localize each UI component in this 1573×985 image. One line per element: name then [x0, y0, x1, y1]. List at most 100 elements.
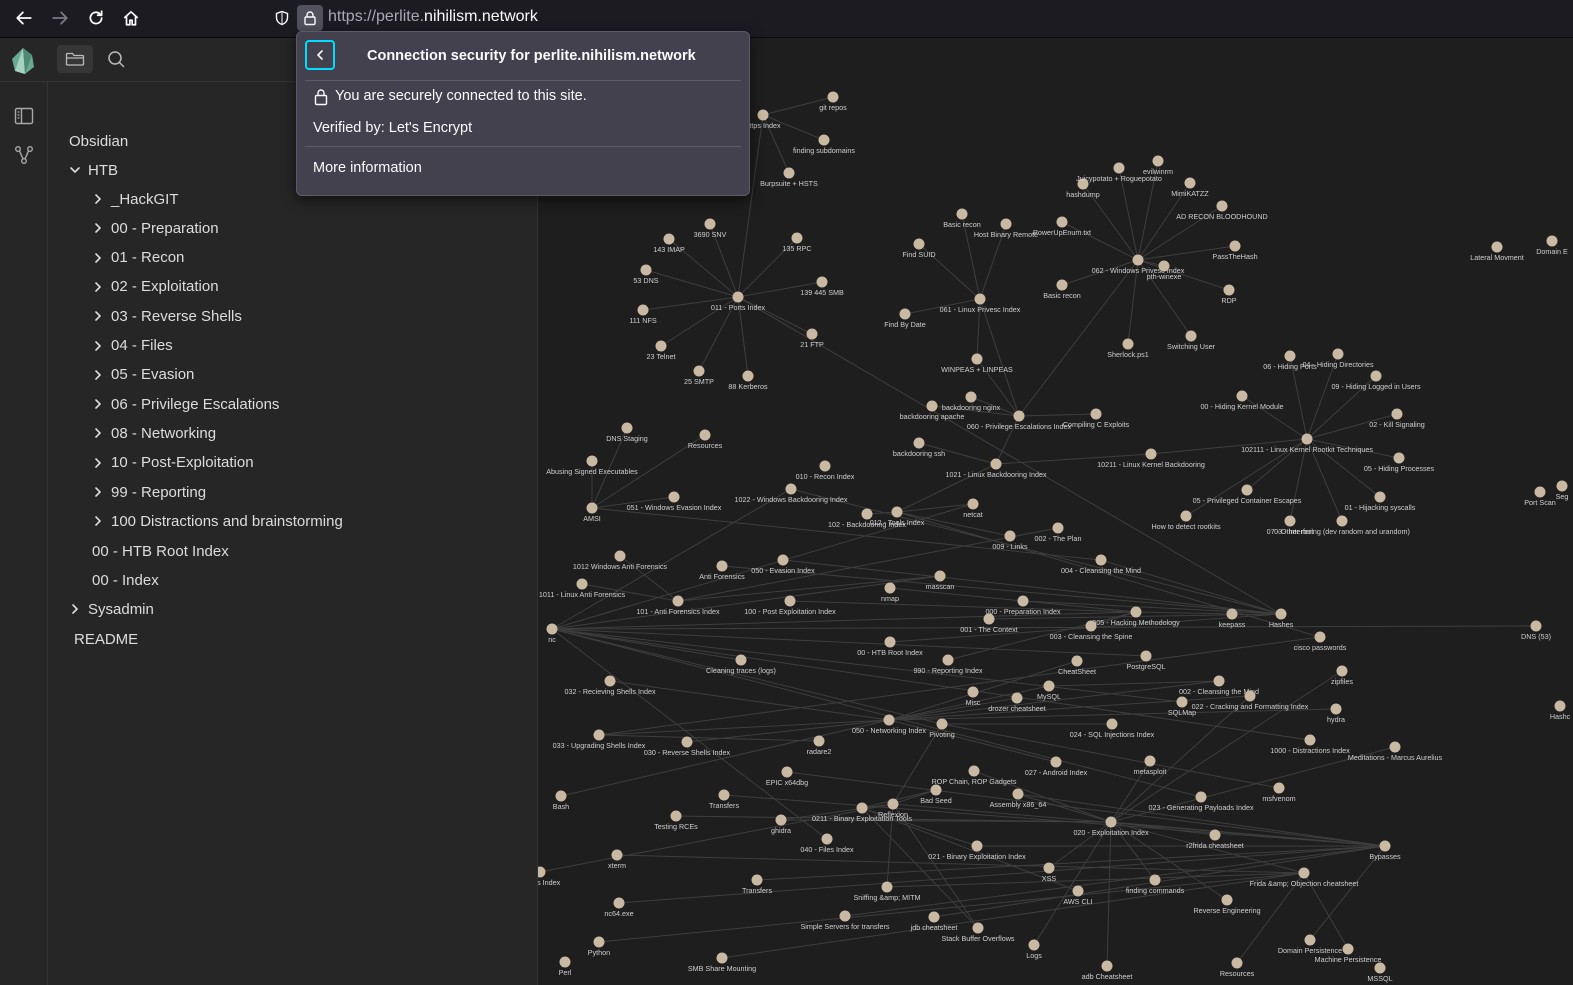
graph-node[interactable]: [791, 232, 803, 244]
graph-node[interactable]: [887, 798, 899, 810]
graph-node[interactable]: [1554, 700, 1566, 712]
graph-node[interactable]: [1216, 200, 1228, 212]
more-information-button[interactable]: More information: [313, 160, 422, 176]
graph-node[interactable]: [1370, 370, 1382, 382]
graph-node[interactable]: [1284, 350, 1296, 362]
graph-node[interactable]: [942, 654, 954, 666]
graph-node[interactable]: [1546, 235, 1558, 247]
graph-node[interactable]: [1229, 240, 1241, 252]
graph-node[interactable]: [604, 675, 616, 687]
graph-node[interactable]: [965, 391, 977, 403]
graph-node[interactable]: [751, 874, 763, 886]
graph-node[interactable]: [555, 790, 567, 802]
graph-node[interactable]: [576, 578, 588, 590]
folder-item[interactable]: 01 - Recon: [91, 247, 184, 269]
graph-node[interactable]: [926, 400, 938, 412]
graph-node[interactable]: [716, 952, 728, 964]
graph-node[interactable]: [732, 291, 744, 303]
graph-node[interactable]: [1101, 960, 1113, 972]
graph-node[interactable]: [718, 789, 730, 801]
graph-node[interactable]: [1122, 338, 1134, 350]
graph-node[interactable]: [1391, 408, 1403, 420]
graph-node[interactable]: [735, 654, 747, 666]
graph-node[interactable]: [785, 483, 797, 495]
folder-item[interactable]: 02 - Exploitation: [91, 276, 219, 298]
folder-sysadmin[interactable]: Sysadmin: [68, 598, 154, 620]
folder-item[interactable]: 05 - Evasion: [91, 364, 194, 386]
graph-node[interactable]: [781, 766, 793, 778]
graph-node[interactable]: [1004, 530, 1016, 542]
graph-node[interactable]: [1140, 650, 1152, 662]
graph-node[interactable]: [613, 897, 625, 909]
graph-node[interactable]: [716, 560, 728, 572]
graph-node[interactable]: [1534, 486, 1546, 498]
graph-node[interactable]: [816, 276, 828, 288]
graph-node[interactable]: [928, 911, 940, 923]
graph-node[interactable]: [1028, 939, 1040, 951]
graph-node[interactable]: [1184, 177, 1196, 189]
graph-node[interactable]: [1085, 620, 1097, 632]
graph-node[interactable]: [883, 714, 895, 726]
graph-node[interactable]: [1017, 595, 1029, 607]
graph-node[interactable]: [983, 613, 995, 625]
graph-node[interactable]: [668, 491, 680, 503]
graph-node[interactable]: [1056, 279, 1068, 291]
graph-node[interactable]: [1223, 284, 1235, 296]
graph-node[interactable]: [1149, 874, 1161, 886]
graph-node[interactable]: [1176, 696, 1188, 708]
graph-node[interactable]: [593, 936, 605, 948]
graph-node[interactable]: [1113, 162, 1125, 174]
forward-arrow-icon[interactable]: [48, 6, 72, 30]
graph-node[interactable]: [1273, 782, 1285, 794]
reload-icon[interactable]: [84, 6, 108, 30]
graph-node[interactable]: [884, 636, 896, 648]
graph-node[interactable]: [1374, 491, 1386, 503]
graph-node[interactable]: [1379, 840, 1391, 852]
graph-node[interactable]: [891, 506, 903, 518]
graph-node[interactable]: [1105, 816, 1117, 828]
graph-node[interactable]: [1342, 943, 1354, 955]
file-htb-root-index[interactable]: 00 - HTB Root Index: [92, 540, 229, 562]
graph-node[interactable]: [827, 91, 839, 103]
graph-node[interactable]: [757, 109, 769, 121]
graph-node[interactable]: [1011, 692, 1023, 704]
graph-node[interactable]: [670, 810, 682, 822]
graph-node[interactable]: [913, 238, 925, 250]
graph-node[interactable]: [1095, 554, 1107, 566]
graph-node[interactable]: [1152, 155, 1164, 167]
graph-node[interactable]: [614, 550, 626, 562]
vault-root[interactable]: Obsidian: [69, 130, 128, 152]
file-explorer-tab-folder-icon[interactable]: [57, 45, 93, 73]
graph-node[interactable]: [1106, 718, 1118, 730]
graph-node[interactable]: [806, 328, 818, 340]
graph-node[interactable]: [586, 455, 598, 467]
graph-node[interactable]: [672, 595, 684, 607]
folder-item[interactable]: 10 - Post-Exploitation: [91, 452, 254, 474]
graph-node[interactable]: [956, 208, 968, 220]
graph-node[interactable]: [990, 458, 1002, 470]
tracking-protection-shield-icon[interactable]: [272, 8, 292, 28]
folder-item[interactable]: 06 - Privilege Escalations: [91, 393, 279, 415]
graph-node[interactable]: [839, 910, 851, 922]
graph-node[interactable]: [546, 623, 558, 635]
graph-node[interactable]: [899, 308, 911, 320]
graph-node[interactable]: [559, 956, 571, 968]
graph-node[interactable]: [1301, 433, 1313, 445]
graph-node[interactable]: [640, 264, 652, 276]
graph-node[interactable]: [971, 840, 983, 852]
graph-node[interactable]: [1241, 484, 1253, 496]
graph-node[interactable]: [1144, 755, 1156, 767]
graph-node[interactable]: [968, 765, 980, 777]
graph-node[interactable]: [1298, 867, 1310, 879]
graph-node[interactable]: [611, 849, 623, 861]
folder-item[interactable]: 04 - Files: [91, 335, 173, 357]
folder-item[interactable]: _HackGIT: [91, 188, 179, 210]
graph-node[interactable]: [1393, 452, 1405, 464]
graph-node[interactable]: [1013, 410, 1025, 422]
graph-node[interactable]: [742, 370, 754, 382]
graph-node[interactable]: [1330, 703, 1342, 715]
graph-node[interactable]: [1332, 348, 1344, 360]
graph-node[interactable]: [586, 502, 598, 514]
graph-node[interactable]: [1236, 390, 1248, 402]
folder-item[interactable]: 03 - Reverse Shells: [91, 305, 242, 327]
